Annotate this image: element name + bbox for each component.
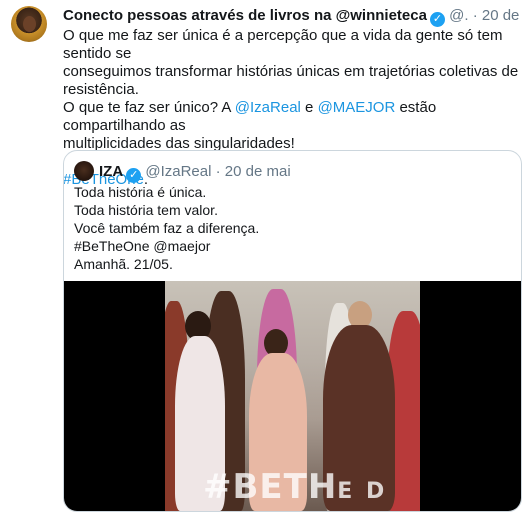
avatar-face bbox=[23, 16, 36, 32]
header-separator: · bbox=[472, 7, 478, 24]
video-overlay-text: #BETHE D bbox=[203, 467, 387, 507]
video-overlay-tail: E D bbox=[337, 479, 388, 504]
quoted-line: Você também faz a diferença. bbox=[74, 220, 260, 236]
tweet-line: resistência. bbox=[63, 81, 139, 98]
tweet-line: O que te faz ser único? A @IzaReal e @MA… bbox=[63, 99, 523, 135]
quoted-tweet[interactable]: IZA ✓ @IzaReal · 20 de mai Toda história … bbox=[63, 150, 522, 512]
video-player[interactable]: #BETHE D bbox=[64, 281, 521, 511]
video-frame: #BETHE D bbox=[165, 281, 420, 511]
quoted-avatar bbox=[74, 161, 94, 181]
tweet-line: conseguimos transformar histórias únicas… bbox=[63, 63, 519, 80]
mention-izareal[interactable]: @IzaReal bbox=[235, 99, 301, 116]
tweet-header: Conecto pessoas através de livros na @wi… bbox=[63, 6, 523, 27]
quoted-date: 20 de mai bbox=[224, 163, 291, 180]
verified-badge-icon: ✓ bbox=[429, 12, 445, 27]
tweet-line: O que me faz ser única é a percepção que… bbox=[63, 27, 503, 62]
quoted-line: Toda história tem valor. bbox=[74, 202, 218, 218]
quoted-separator: · bbox=[215, 163, 221, 180]
quoted-line: Toda história é única. bbox=[74, 184, 207, 200]
tweet-text: e bbox=[300, 99, 318, 116]
quoted-body: Toda história é única. Toda história tem… bbox=[74, 183, 259, 273]
quoted-handle: @IzaReal bbox=[145, 163, 212, 180]
quoted-line: Amanhã. 21/05. bbox=[74, 256, 173, 272]
mention-maejor[interactable]: @MAEJOR bbox=[318, 99, 396, 116]
author-avatar[interactable] bbox=[11, 6, 47, 42]
verified-badge-icon: ✓ bbox=[126, 168, 142, 183]
author-handle[interactable]: @. bbox=[449, 7, 468, 24]
author-name[interactable]: Conecto pessoas através de livros na @wi… bbox=[63, 7, 427, 24]
video-overlay-main: #BETH bbox=[203, 467, 338, 507]
quoted-line: #BeTheOne @maejor bbox=[74, 238, 211, 254]
tweet-date[interactable]: 20 de mai bbox=[482, 7, 523, 24]
quoted-header: IZA ✓ @IzaReal · 20 de mai bbox=[74, 161, 291, 183]
tweet-text: O que te faz ser único? A bbox=[63, 99, 235, 116]
quoted-author-name: IZA bbox=[99, 163, 124, 180]
